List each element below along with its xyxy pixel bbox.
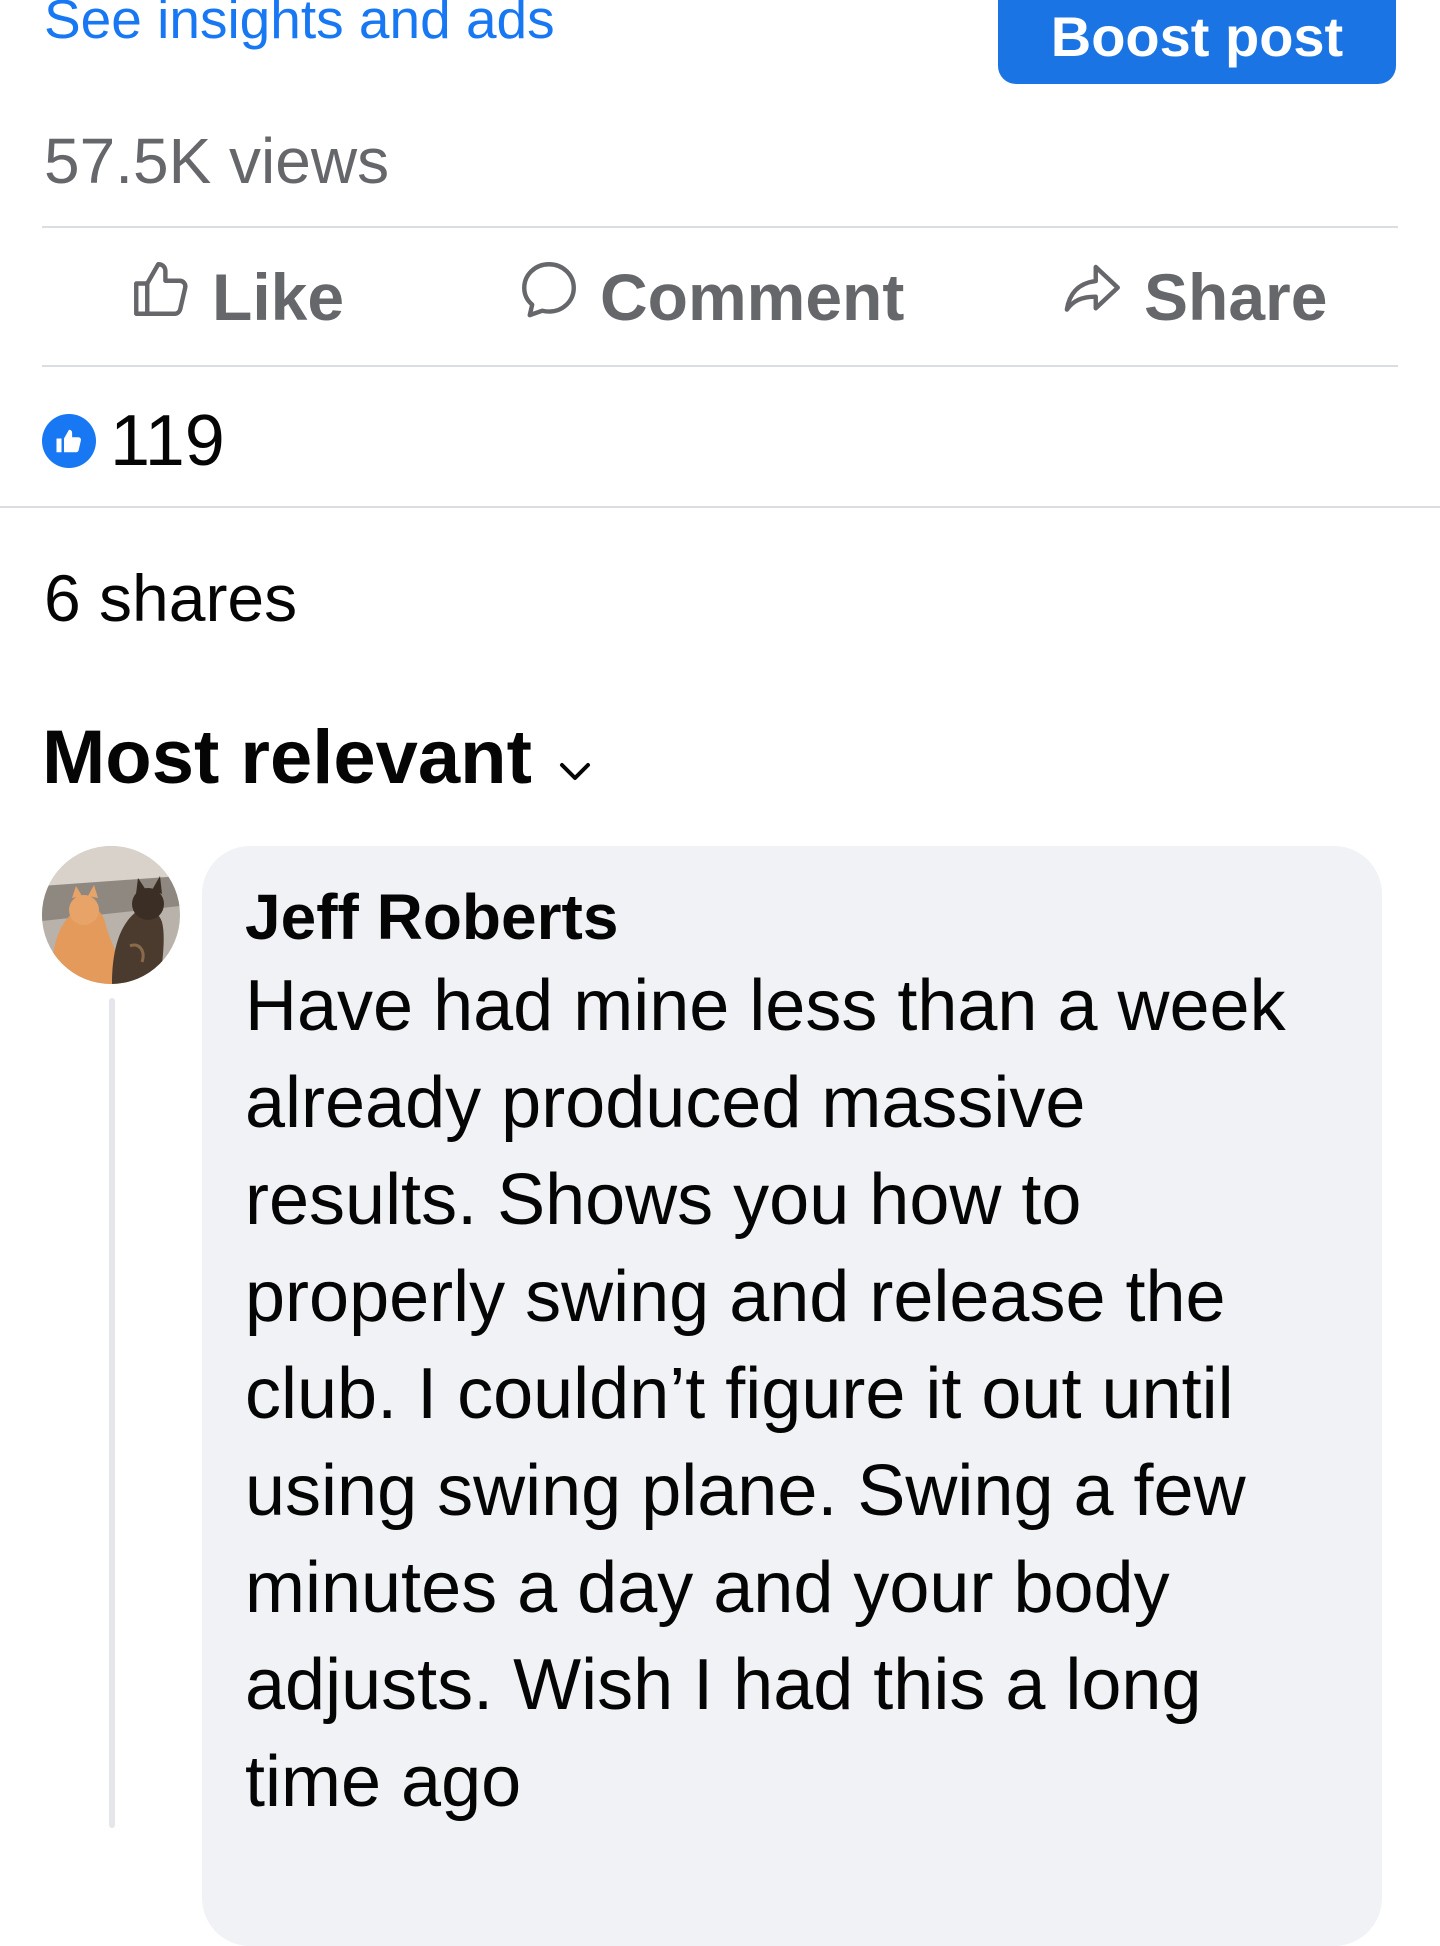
comment-button[interactable]: Comment xyxy=(516,228,904,365)
comment-author[interactable]: Jeff Roberts xyxy=(245,880,618,954)
thumbs-up-icon xyxy=(128,256,212,337)
reaction-summary[interactable]: 119 xyxy=(42,400,225,482)
share-arrow-icon xyxy=(1060,256,1144,337)
comment-text: Have had mine less than a week already p… xyxy=(245,966,1286,1822)
avatar[interactable] xyxy=(42,846,180,984)
comment-bubble-icon xyxy=(516,256,600,337)
reply-thread-line xyxy=(109,998,115,1828)
share-label: Share xyxy=(1144,259,1328,334)
chevron-down-icon xyxy=(532,714,592,801)
comment-label: Comment xyxy=(600,259,905,334)
comment-sort-dropdown[interactable]: Most relevant xyxy=(42,714,592,801)
reaction-count: 119 xyxy=(110,401,225,481)
view-count: 57.5K views xyxy=(44,125,390,197)
divider xyxy=(0,506,1440,508)
share-count[interactable]: 6 shares xyxy=(44,560,297,636)
like-button[interactable]: Like xyxy=(128,228,344,365)
comment-bubble[interactable]: Jeff Roberts Have had mine less than a w… xyxy=(202,846,1382,1946)
sort-label: Most relevant xyxy=(42,715,532,800)
post-action-bar: Like Comment Share xyxy=(42,228,1398,365)
see-insights-link[interactable]: See insights and ads xyxy=(44,0,555,52)
boost-post-button[interactable]: Boost post xyxy=(998,0,1396,84)
like-reaction-icon xyxy=(42,414,96,468)
share-button[interactable]: Share xyxy=(1060,228,1327,365)
divider xyxy=(42,365,1398,367)
like-label: Like xyxy=(212,259,345,334)
